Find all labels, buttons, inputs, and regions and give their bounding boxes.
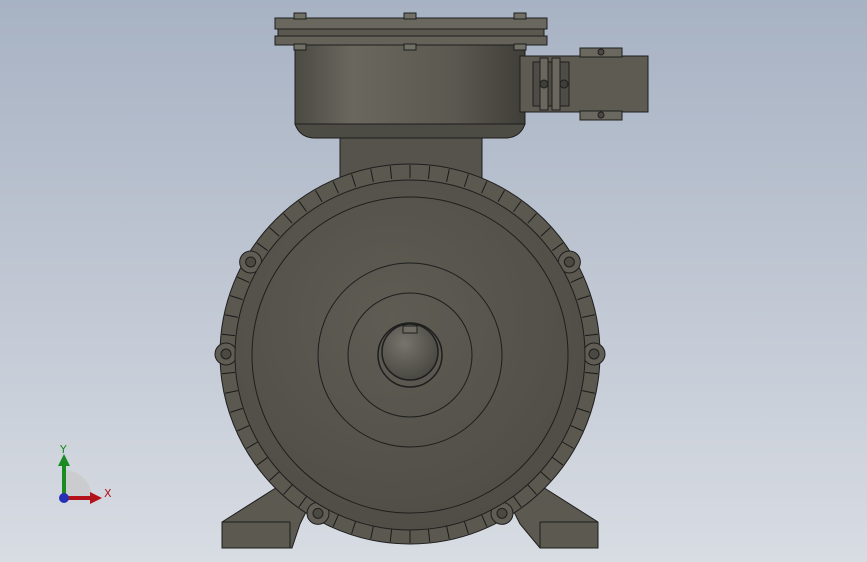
mounting-lug <box>214 342 238 366</box>
graphics-viewport[interactable]: Y X <box>0 0 867 562</box>
x-axis-label: X <box>104 487 112 500</box>
model-canvas[interactable] <box>0 0 867 562</box>
mounting-lug <box>582 342 606 366</box>
lid-bolt <box>403 12 417 20</box>
lid-bolt <box>513 43 527 51</box>
lid-bolt <box>513 12 527 20</box>
terminal-box-lid <box>274 17 548 30</box>
lid-bolt <box>403 43 417 51</box>
y-axis-label: Y <box>59 443 67 456</box>
coordinate-triad: Y X <box>58 443 112 504</box>
terminal-box-body <box>294 43 526 125</box>
cable-gland <box>519 47 649 121</box>
z-axis-arrow <box>59 493 69 503</box>
shaft-key <box>402 325 418 334</box>
lid-bolt <box>293 43 307 51</box>
lid-bolt <box>293 12 307 20</box>
terminal-box <box>274 12 548 139</box>
